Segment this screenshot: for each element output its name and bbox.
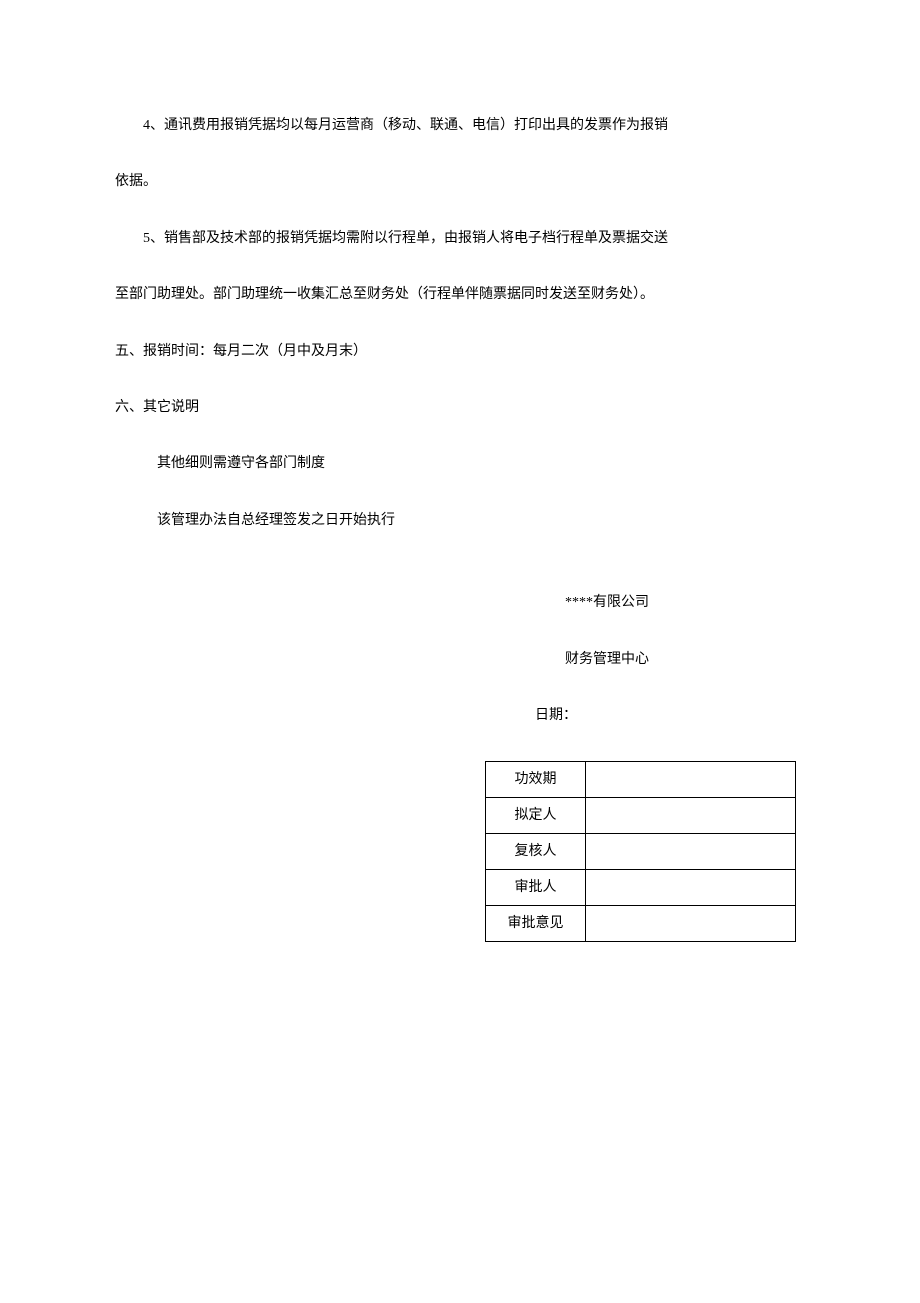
approval-value-drafter [586,798,796,834]
sub-paragraph-2-text: 该管理办法自总经理签发之日开始执行 [157,513,395,528]
signature-company: ****有限公司 [115,592,805,614]
paragraph-4-cont-text: 依据。 [115,174,157,189]
paragraph-5-continuation: 至部门助理处。部门助理统一收集汇总至财务处（行程单伴随票据同时发送至财务处）。 [115,284,805,306]
approval-value-reviewer [586,834,796,870]
table-row: 审批人 [486,870,796,906]
approval-table: 功效期 拟定人 复核人 审批人 审批意见 [485,761,796,942]
section-5-text: 五、报销时间：每月二次（月中及月末） [115,344,367,359]
sub-paragraph-2: 该管理办法自总经理签发之日开始执行 [115,510,805,532]
approval-label-approver: 审批人 [486,870,586,906]
paragraph-4-continuation: 依据。 [115,171,805,193]
table-row: 功效期 [486,762,796,798]
signature-dept: 财务管理中心 [115,649,805,671]
approval-label-effective: 功效期 [486,762,586,798]
approval-label-reviewer: 复核人 [486,834,586,870]
sub-paragraph-1: 其他细则需遵守各部门制度 [115,453,805,475]
sub-paragraph-1-text: 其他细则需遵守各部门制度 [157,456,325,471]
signature-dept-text: 财务管理中心 [565,652,649,667]
paragraph-4: 4、通讯费用报销凭据均以每月运营商（移动、联通、电信）打印出具的发票作为报销 [115,115,805,137]
approval-label-drafter: 拟定人 [486,798,586,834]
signature-date-text: 日期： [535,708,577,723]
approval-value-opinion [586,906,796,942]
paragraph-4-text: 4、通讯费用报销凭据均以每月运营商（移动、联通、电信）打印出具的发票作为报销 [143,118,668,133]
approval-label-opinion: 审批意见 [486,906,586,942]
table-row: 复核人 [486,834,796,870]
approval-value-approver [586,870,796,906]
section-5-heading: 五、报销时间：每月二次（月中及月末） [115,341,805,363]
signature-date: 日期： [115,705,805,727]
table-row: 拟定人 [486,798,796,834]
paragraph-5-text: 5、销售部及技术部的报销凭据均需附以行程单，由报销人将电子档行程单及票据交送 [143,231,668,246]
signature-company-text: ****有限公司 [565,595,649,610]
paragraph-5-cont-text: 至部门助理处。部门助理统一收集汇总至财务处（行程单伴随票据同时发送至财务处）。 [115,287,654,302]
signature-block: ****有限公司 财务管理中心 日期： [115,592,805,727]
approval-value-effective [586,762,796,798]
paragraph-5: 5、销售部及技术部的报销凭据均需附以行程单，由报销人将电子档行程单及票据交送 [115,228,805,250]
section-6-text: 六、其它说明 [115,400,199,415]
section-6-heading: 六、其它说明 [115,397,805,419]
table-row: 审批意见 [486,906,796,942]
